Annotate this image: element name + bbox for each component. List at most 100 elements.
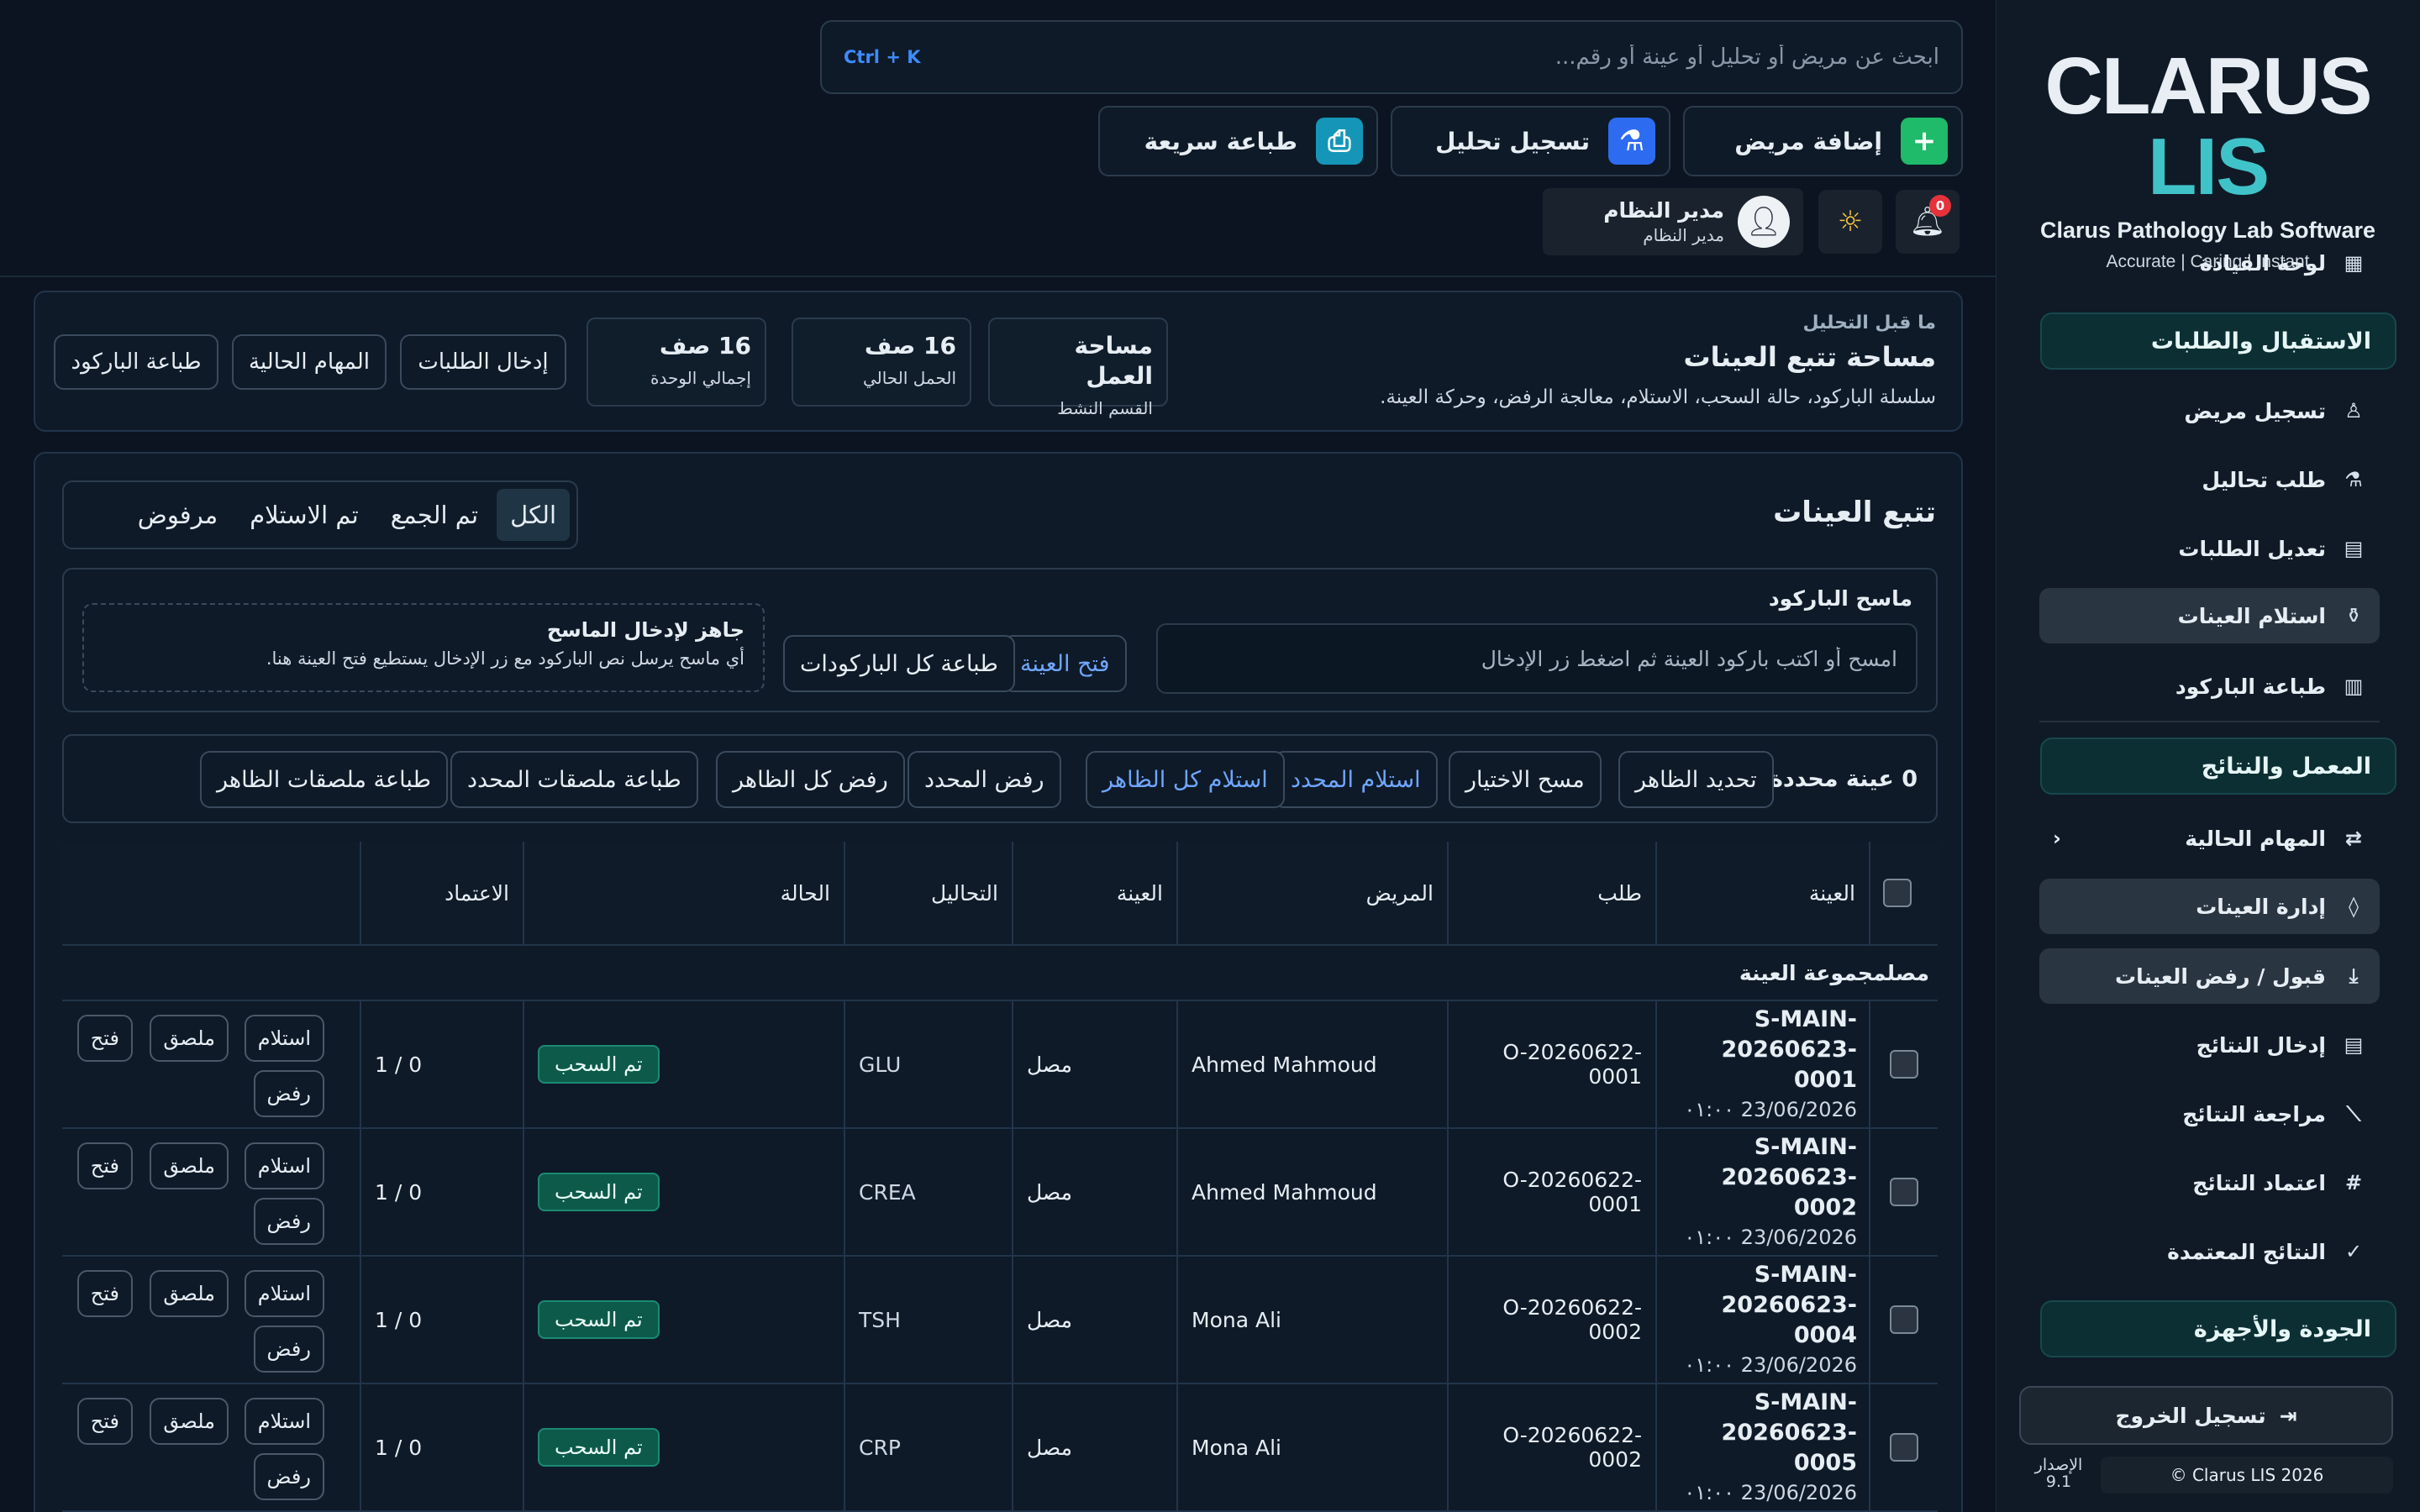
label-button[interactable]: ملصق	[150, 1142, 229, 1189]
current-tasks-button[interactable]: المهام الحالية	[232, 334, 387, 390]
search-input[interactable]	[930, 45, 1939, 70]
receive-button[interactable]: استلام	[244, 1270, 324, 1317]
patient-name: Ahmed Mahmoud	[1192, 1052, 1377, 1077]
status-badge: تم السحب	[538, 1173, 660, 1211]
sidebar-item-dashboard[interactable]: ▦ لوحة القيادة	[2039, 235, 2380, 291]
shortcut-hint: Ctrl + K	[844, 47, 921, 67]
hero-kicker: ما قبل التحليل	[1802, 312, 1936, 333]
row-checkbox[interactable]	[1890, 1050, 1918, 1079]
open-button[interactable]: فتح	[76, 1015, 133, 1062]
grid-icon: ▦	[2344, 251, 2364, 275]
sidebar-item-edit-orders[interactable]: ▤ تعديل الطلبات	[2039, 521, 2380, 576]
row-actions: فتح ملصق استلام رفض	[62, 1257, 360, 1383]
notifications-button[interactable]: 🔔︎ 0	[1896, 190, 1960, 254]
hash-icon: #	[2344, 1171, 2363, 1194]
orders-entry-button[interactable]: إدخال الطلبات	[400, 334, 566, 390]
sample-id: S-MAIN-20260623-0001	[1721, 1006, 1858, 1093]
header-divider	[0, 276, 1996, 277]
print-selected-labels-button[interactable]: طباعة ملصقات المحدد	[450, 751, 698, 808]
add-patient-button[interactable]: + إضافة مريض	[1683, 106, 1963, 176]
user-role: مدير النظام	[1643, 225, 1724, 245]
barcode-scanner-panel: ماسح الباركود فتح العينة طباعة كل البارك…	[62, 568, 1938, 712]
header-tests: التحاليل	[844, 842, 1012, 944]
reject-selected-button[interactable]: رفض المحدد	[908, 751, 1061, 808]
print-barcode-button[interactable]: طباعة الباركود	[54, 334, 218, 390]
patient-name: Mona Ali	[1192, 1307, 1281, 1332]
table-row: S-MAIN-20260623-0001 23/06/2026 ٠١:٠٠ O-20…	[62, 1001, 1938, 1129]
reject-button[interactable]: رفض	[253, 1453, 324, 1500]
clear-selection-button[interactable]: مسح الاختيار	[1449, 751, 1602, 808]
reject-button[interactable]: رفض	[253, 1070, 324, 1117]
tab-all[interactable]: الكل	[497, 489, 570, 541]
status-filter-tabs: الكل تم الجمع تم الاستلام مرفوض	[62, 480, 578, 549]
receive-button[interactable]: استلام	[244, 1015, 324, 1062]
sidebar-item-accept-reject[interactable]: ⤓ قبول / رفض العينات	[2039, 948, 2380, 1004]
sidebar-item-enter-results[interactable]: ▤ إدخال النتائج	[2039, 1017, 2380, 1073]
header-approval: الاعتماد	[360, 842, 523, 944]
select-visible-button[interactable]: تحديد الظاهر	[1618, 751, 1774, 808]
tab-received[interactable]: تم الاستلام	[236, 489, 372, 541]
sun-icon: ☼	[1837, 205, 1864, 239]
logo: CLARUS LIS	[2044, 41, 2373, 212]
patient-name: Mona Ali	[1192, 1435, 1281, 1460]
approval-count: 1 / 0	[375, 1052, 423, 1077]
page-title: مساحة تتبع العينات	[1683, 341, 1936, 373]
quick-print-button[interactable]: ⎙ طباعة سريعة	[1098, 106, 1378, 176]
theme-toggle[interactable]: ☼	[1818, 190, 1882, 254]
printer-icon: ⎙	[1316, 118, 1363, 165]
scanner-ready-desc: أي ماسح يرسل نص الباركود مع زر الإدخال ي…	[266, 648, 744, 669]
select-all-cell	[1869, 842, 1938, 944]
sidebar-divider	[2039, 721, 2380, 722]
sample-date: 23/06/2026 ٠١:٠٠	[1684, 1353, 1857, 1377]
scanner-field[interactable]	[1156, 623, 1918, 694]
select-all-checkbox[interactable]	[1883, 879, 1912, 907]
barcode-icon: ▥	[2344, 675, 2364, 698]
test-code: TSH	[859, 1307, 901, 1332]
label-button[interactable]: ملصق	[150, 1398, 229, 1445]
order-id: O-20260622-0002	[1502, 1295, 1642, 1344]
reject-button[interactable]: رفض	[253, 1198, 324, 1245]
sidebar-item-sample-management[interactable]: ◊ إدارة العينات	[2039, 879, 2380, 934]
sidebar-item-receive-samples[interactable]: ⚱ استلام العينات	[2039, 588, 2380, 643]
open-sample-button[interactable]: فتح العينة	[1003, 635, 1127, 692]
table-row: S-MAIN-20260623-0004 23/06/2026 ٠١:٠٠ O-20…	[62, 1257, 1938, 1384]
receive-button[interactable]: استلام	[244, 1142, 324, 1189]
open-button[interactable]: فتح	[76, 1142, 133, 1189]
sidebar-item-approve-results[interactable]: # اعتماد النتائج	[2039, 1155, 2380, 1210]
global-search[interactable]: Ctrl + K	[820, 20, 1963, 94]
order-id: O-20260622-0001	[1502, 1040, 1642, 1089]
label-button[interactable]: ملصق	[150, 1270, 229, 1317]
reject-all-visible-button[interactable]: رفض كل الظاهر	[716, 751, 905, 808]
row-checkbox[interactable]	[1890, 1178, 1918, 1206]
row-checkbox[interactable]	[1890, 1433, 1918, 1462]
sidebar-section-quality[interactable]: الجودة والأجهزة	[2040, 1300, 2396, 1357]
row-checkbox[interactable]	[1890, 1305, 1918, 1334]
user-menu[interactable]: 👤︎ مدير النظام مدير النظام	[1543, 188, 1803, 255]
logout-button[interactable]: ⇥ تسجيل الخروج	[2019, 1386, 2393, 1445]
tab-collected[interactable]: تم الجمع	[377, 489, 492, 541]
sidebar-item-review-results[interactable]: ⟋ مراجعة النتائج	[2039, 1086, 2380, 1142]
sidebar-section-lab[interactable]: المعمل والنتائج	[2040, 738, 2396, 795]
form-icon: ▤	[2344, 1033, 2364, 1057]
sidebar-item-current-tasks[interactable]: ⇄ المهام الحالية ‹	[2039, 811, 2380, 866]
reject-button[interactable]: رفض	[253, 1326, 324, 1373]
sidebar-section-reception[interactable]: الاستقبال والطلبات	[2040, 312, 2396, 370]
open-button[interactable]: فتح	[76, 1270, 133, 1317]
tab-rejected[interactable]: مرفوض	[124, 489, 231, 541]
register-test-button[interactable]: ⚗ تسجيل تحليل	[1391, 106, 1670, 176]
open-button[interactable]: فتح	[76, 1398, 133, 1445]
tasks-icon: ⇄	[2344, 827, 2363, 850]
sidebar-item-register-patient[interactable]: ♙ تسجيل مريض	[2039, 383, 2380, 438]
sidebar-item-order-tests[interactable]: ⚗ طلب تحاليل	[2039, 452, 2380, 507]
barcode-input[interactable]	[1176, 646, 1897, 671]
receive-selected-button[interactable]: استلام المحدد	[1274, 751, 1438, 808]
sidebar-item-print-barcode[interactable]: ▥ طباعة الباركود	[2039, 659, 2380, 714]
logout-icon: ⇥	[2279, 1403, 2297, 1428]
stat-unit-total: 16 صف إجمالي الوحدة	[587, 318, 766, 407]
label-button[interactable]: ملصق	[150, 1015, 229, 1062]
print-all-barcodes-button[interactable]: طباعة كل الباركودات	[783, 635, 1015, 692]
sidebar-item-approved-results[interactable]: ✓ النتائج المعتمدة	[2039, 1224, 2380, 1279]
receive-button[interactable]: استلام	[244, 1398, 324, 1445]
print-visible-labels-button[interactable]: طباعة ملصقات الظاهر	[200, 751, 448, 808]
receive-all-visible-button[interactable]: استلام كل الظاهر	[1086, 751, 1285, 808]
